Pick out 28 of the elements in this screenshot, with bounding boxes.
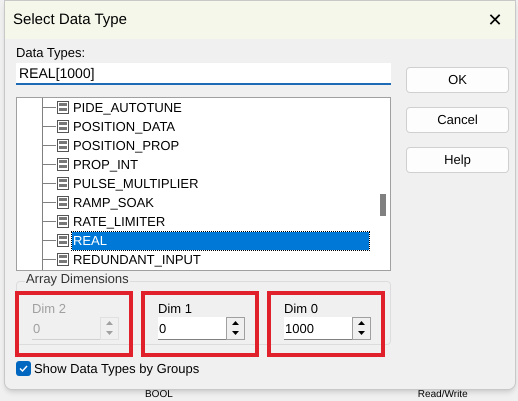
- dim-label: Dim 2: [32, 300, 67, 317]
- tree-item[interactable]: PIDE_AUTOTUNE: [72, 98, 183, 116]
- tree-item[interactable]: PROP_INT: [72, 156, 140, 174]
- tree-item[interactable]: RAMP_SOAK: [72, 194, 155, 212]
- tree-item[interactable]: RATE_LIMITER: [72, 212, 166, 230]
- scrollbar-thumb[interactable]: [380, 194, 386, 216]
- spin-field[interactable]: 1000: [284, 317, 352, 340]
- dialog-button[interactable]: Help: [406, 147, 509, 173]
- tree-item[interactable]: PULSE_MULTIPLIER: [72, 174, 200, 192]
- tree-item[interactable]: REAL: [72, 232, 369, 250]
- dim-label: Dim 0: [284, 300, 319, 317]
- window-title: Select Data Type: [13, 10, 127, 30]
- tree-item[interactable]: REDUNDANT_INPUT: [72, 250, 202, 268]
- spin-field[interactable]: 0: [158, 317, 226, 340]
- dialog-button[interactable]: OK: [406, 67, 509, 93]
- checkbox-label: Show Data Types by Groups: [34, 360, 200, 378]
- group-title: Array Dimensions: [25, 271, 130, 287]
- check-icon: [18, 363, 29, 374]
- data-type-field[interactable]: REAL[1000]: [16, 63, 391, 85]
- checkbox[interactable]: [16, 361, 31, 376]
- table-cell: Read/Write: [418, 389, 468, 401]
- field-label: Data Types:: [16, 45, 86, 61]
- tree-item[interactable]: POSITION_DATA: [72, 118, 176, 136]
- tree-item[interactable]: POSITION_PROP: [72, 136, 180, 154]
- dim-label: Dim 1: [158, 300, 193, 317]
- dialog-button[interactable]: Cancel: [406, 107, 509, 133]
- close-button[interactable]: ✕: [481, 6, 509, 34]
- table-cell: BOOL: [145, 389, 173, 401]
